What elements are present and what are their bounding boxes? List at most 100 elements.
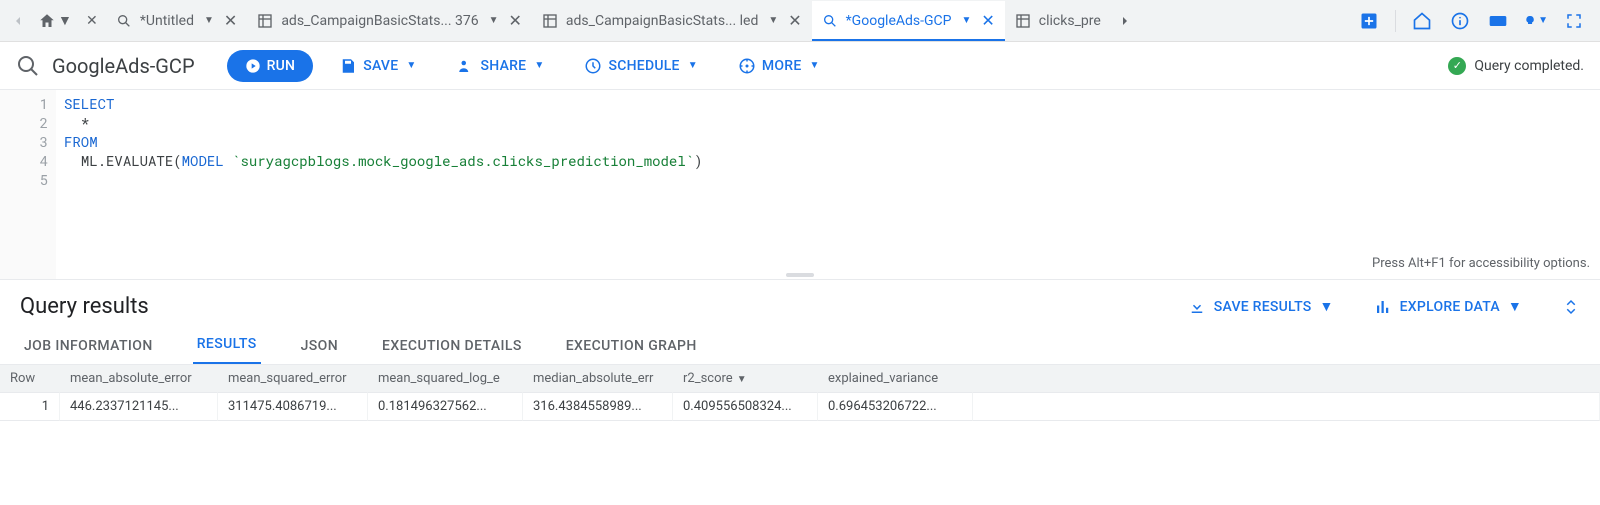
- check-icon: ✓: [1448, 57, 1466, 75]
- query-icon: [822, 13, 838, 29]
- save-results-button[interactable]: SAVE RESULTS ▼: [1188, 298, 1334, 316]
- subtab-exec-details[interactable]: EXECUTION DETAILS: [378, 328, 526, 364]
- drag-handle[interactable]: [786, 273, 814, 277]
- cell-spacer: [973, 393, 1600, 421]
- query-status: ✓ Query completed.: [1448, 57, 1584, 75]
- cell-ev: 0.696453206722...: [818, 393, 973, 421]
- line-number: 2: [0, 113, 48, 132]
- gutter: 1 2 3 4 5: [0, 90, 56, 279]
- tab-ads-led[interactable]: ads_CampaignBasicStats... led ▼ ✕: [532, 1, 812, 41]
- cell-row-idx: 1: [0, 393, 60, 421]
- save-results-label: SAVE RESULTS: [1214, 299, 1312, 315]
- save-label: SAVE: [363, 58, 398, 74]
- caret-down-icon: ▼: [688, 60, 698, 71]
- line-number: 4: [0, 151, 48, 170]
- close-icon[interactable]: ✕: [509, 11, 522, 30]
- line-number: 1: [0, 94, 48, 113]
- divider: [1395, 10, 1396, 32]
- query-icon: [116, 13, 132, 29]
- results-title: Query results: [20, 294, 149, 319]
- tab-ads-376[interactable]: ads_CampaignBasicStats... 376 ▼ ✕: [247, 1, 532, 41]
- status-text: Query completed.: [1474, 58, 1584, 74]
- col-medae[interactable]: median_absolute_err: [523, 365, 673, 393]
- tab-nav-back: [4, 1, 32, 41]
- close-home-tab[interactable]: ✕: [78, 1, 106, 41]
- caret-down-icon: ▼: [534, 60, 544, 71]
- home-tab[interactable]: ▼: [32, 12, 78, 30]
- col-row[interactable]: Row: [0, 365, 60, 393]
- editor-title: GoogleAds-GCP: [52, 54, 195, 78]
- close-icon[interactable]: ✕: [981, 11, 994, 30]
- share-label: SHARE: [481, 58, 527, 74]
- idea-icon[interactable]: ▼: [1524, 9, 1548, 33]
- cell-mae: 446.2337121145...: [60, 393, 218, 421]
- subtab-json[interactable]: JSON: [297, 328, 342, 364]
- tab-untitled[interactable]: *Untitled ▼ ✕: [106, 1, 247, 41]
- close-icon[interactable]: ✕: [224, 11, 237, 30]
- col-mse[interactable]: mean_squared_error: [218, 365, 368, 393]
- table-icon: [1015, 13, 1031, 29]
- results-table: Row mean_absolute_error mean_squared_err…: [0, 365, 1600, 421]
- more-label: MORE: [762, 58, 802, 74]
- col-spacer: [973, 365, 1600, 393]
- code-area[interactable]: SELECT * FROM ML.EVALUATE(MODEL `suryagc…: [56, 90, 711, 279]
- tab-clicks-pre[interactable]: clicks_pre: [1005, 1, 1111, 41]
- subtab-exec-graph[interactable]: EXECUTION GRAPH: [562, 328, 701, 364]
- schedule-label: SCHEDULE: [608, 58, 679, 74]
- cell-medae: 316.4384558989...: [523, 393, 673, 421]
- tab-right-actions: ▼: [1357, 9, 1596, 33]
- run-label: RUN: [267, 58, 296, 74]
- line-number: 3: [0, 132, 48, 151]
- keyboard-icon[interactable]: [1486, 9, 1510, 33]
- caret-down-icon: ▼: [768, 15, 778, 26]
- col-msle[interactable]: mean_squared_log_e: [368, 365, 523, 393]
- query-icon: [16, 54, 40, 78]
- fullscreen-icon[interactable]: [1562, 9, 1586, 33]
- editor-toolbar: GoogleAds-GCP RUN SAVE ▼ SHARE ▼ SCHEDUL…: [0, 42, 1600, 90]
- cell-mse: 311475.4086719...: [218, 393, 368, 421]
- caret-down-icon: ▼: [58, 12, 72, 29]
- tab-label: clicks_pre: [1039, 13, 1101, 29]
- expand-results-button[interactable]: [1562, 298, 1580, 316]
- caret-down-icon: ▼: [809, 60, 819, 71]
- caret-down-icon: ▼: [406, 60, 416, 71]
- tab-strip: ▼ ✕ *Untitled ▼ ✕ ads_CampaignBasicStats…: [0, 0, 1600, 42]
- table-icon: [257, 13, 273, 29]
- tab-label: ads_CampaignBasicStats... 376: [281, 13, 478, 29]
- close-icon[interactable]: ✕: [788, 11, 801, 30]
- tab-label: ads_CampaignBasicStats... led: [566, 13, 758, 29]
- home-icon[interactable]: [1410, 9, 1434, 33]
- subtab-job-info[interactable]: JOB INFORMATION: [20, 328, 157, 364]
- col-r2[interactable]: r2_score▼: [673, 365, 818, 393]
- caret-down-icon: ▼: [204, 15, 214, 26]
- sql-editor[interactable]: 1 2 3 4 5 SELECT * FROM ML.EVALUATE(MODE…: [0, 90, 1600, 280]
- subtab-results[interactable]: RESULTS: [193, 326, 261, 364]
- results-header: Query results SAVE RESULTS ▼ EXPLORE DAT…: [0, 280, 1600, 325]
- explore-data-label: EXPLORE DATA: [1400, 299, 1500, 315]
- tab-googleads-gcp[interactable]: *GoogleAds-GCP ▼ ✕: [812, 1, 1005, 41]
- tab-nav-forward[interactable]: [1111, 1, 1139, 41]
- col-ev[interactable]: explained_variance: [818, 365, 973, 393]
- accessibility-hint: Press Alt+F1 for accessibility options.: [1372, 254, 1590, 273]
- info-icon[interactable]: [1448, 9, 1472, 33]
- table-icon: [542, 13, 558, 29]
- save-button[interactable]: SAVE ▼: [325, 51, 430, 81]
- line-number: 5: [0, 170, 48, 189]
- caret-down-icon: ▼: [1320, 298, 1334, 315]
- results-subtabs: JOB INFORMATION RESULTS JSON EXECUTION D…: [0, 325, 1600, 365]
- caret-down-icon: ▼: [961, 15, 971, 26]
- schedule-button[interactable]: SCHEDULE ▼: [570, 51, 711, 81]
- explore-data-button[interactable]: EXPLORE DATA ▼: [1374, 298, 1522, 316]
- caret-down-icon: ▼: [1508, 298, 1522, 315]
- run-button[interactable]: RUN: [227, 50, 314, 82]
- sort-desc-icon: ▼: [737, 374, 747, 385]
- new-tab-button[interactable]: [1357, 9, 1381, 33]
- more-button[interactable]: MORE ▼: [724, 51, 834, 81]
- share-button[interactable]: SHARE ▼: [443, 51, 559, 81]
- tab-label: *GoogleAds-GCP: [846, 13, 952, 29]
- tab-label: *Untitled: [140, 13, 194, 29]
- cell-msle: 0.181496327562...: [368, 393, 523, 421]
- cell-r2: 0.409556508324...: [673, 393, 818, 421]
- caret-down-icon: ▼: [489, 15, 499, 26]
- col-mae[interactable]: mean_absolute_error: [60, 365, 218, 393]
